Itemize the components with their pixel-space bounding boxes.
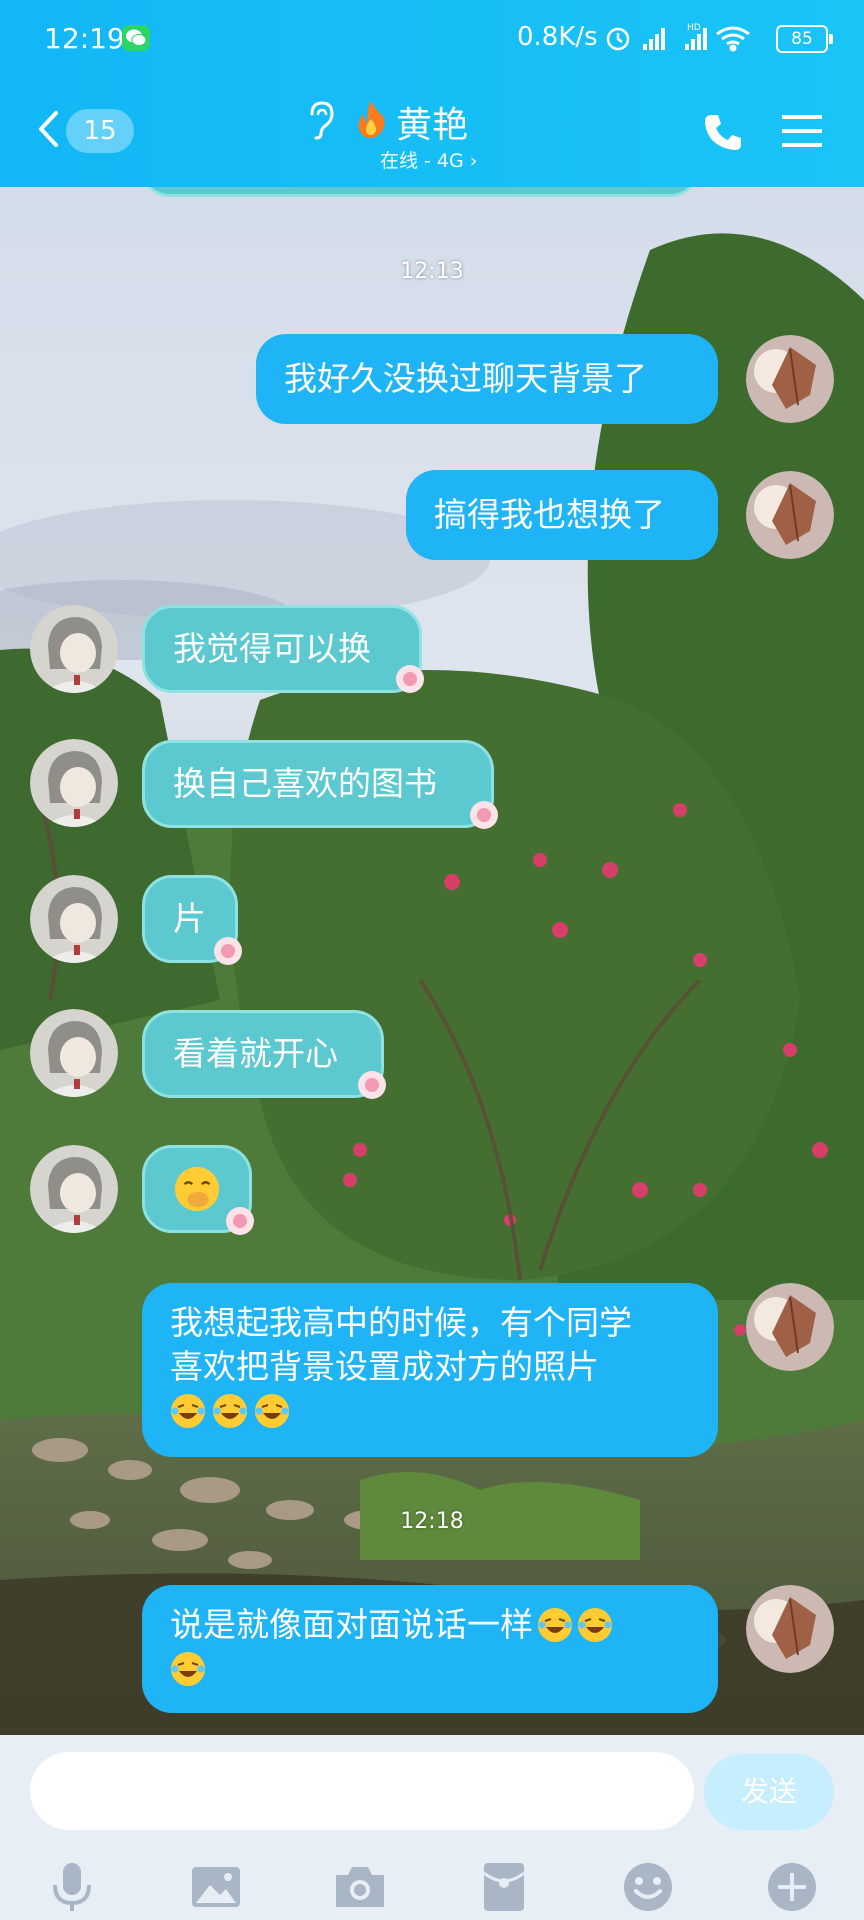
- menu-icon[interactable]: [782, 113, 822, 149]
- chevron-right-icon: ›: [463, 150, 478, 172]
- message-bubble-received[interactable]: 我觉得可以换: [142, 605, 422, 693]
- contact-avatar[interactable]: [30, 1145, 118, 1233]
- contact-avatar[interactable]: [30, 875, 118, 963]
- my-avatar[interactable]: [746, 1283, 834, 1371]
- chat-header: 12:19 0.8K/s HD 85 15 黄艳 在线 - 4G ›: [0, 0, 864, 187]
- message-bubble-sent[interactable]: 我想起我高中的时候，有个同学 喜欢把背景设置成对方的照片: [142, 1283, 718, 1457]
- contact-avatar[interactable]: [30, 605, 118, 693]
- message-text: 看着就开心: [173, 1034, 338, 1073]
- my-avatar[interactable]: [746, 335, 834, 423]
- laughing-tears-emoji-icon: [255, 1394, 289, 1428]
- message-text-line: 喜欢把背景设置成对方的照片: [170, 1347, 599, 1386]
- alarm-icon: [606, 27, 630, 51]
- phone-icon[interactable]: [703, 112, 743, 152]
- wifi-icon: [716, 26, 750, 52]
- red-packet-icon[interactable]: [476, 1859, 532, 1915]
- contact-avatar[interactable]: [30, 739, 118, 827]
- emoji-row: [170, 1389, 690, 1433]
- laughing-tears-emoji-icon: [213, 1394, 247, 1428]
- message-text: 搞得我也想换了: [434, 495, 665, 534]
- bubble-decoration-icon: [396, 665, 424, 693]
- message-list[interactable]: 12:13 我好久没换过聊天背景了 搞得我也想换了 我觉得可以换 换自己喜欢的图…: [0, 127, 864, 1735]
- plus-icon[interactable]: [764, 1859, 820, 1915]
- emoji-row: [170, 1647, 690, 1691]
- contact-status[interactable]: 在线 - 4G ›: [380, 146, 477, 173]
- contact-name[interactable]: 黄艳: [396, 96, 468, 148]
- wechat-icon: [122, 25, 150, 51]
- emoji-icon[interactable]: [620, 1859, 676, 1915]
- bubble-decoration-icon: [214, 937, 242, 965]
- image-icon[interactable]: [188, 1859, 244, 1915]
- fire-icon: [358, 101, 385, 138]
- status-time: 12:19: [44, 22, 125, 55]
- status-icons: HD: [605, 20, 770, 60]
- my-avatar[interactable]: [746, 471, 834, 559]
- laughing-tears-emoji-icon: [171, 1394, 205, 1428]
- network-speed: 0.8K/s: [517, 22, 598, 52]
- message-bubble-sent[interactable]: 搞得我也想换了: [406, 470, 718, 560]
- input-bar: 发送: [0, 1735, 864, 1920]
- message-text: 换自己喜欢的图书: [173, 764, 437, 803]
- message-text: 片: [173, 899, 206, 938]
- bubble-decoration-icon: [226, 1207, 254, 1235]
- contact-status-text: 在线 - 4G: [380, 150, 464, 172]
- laughing-tears-emoji-icon: [538, 1608, 572, 1642]
- covering-mouth-emoji-icon: [174, 1166, 220, 1212]
- unread-count-badge[interactable]: 15: [66, 109, 134, 153]
- message-bubble-sent[interactable]: 说是就像面对面说话一样: [142, 1585, 718, 1713]
- message-text-line: 我想起我高中的时候，有个同学: [170, 1303, 632, 1342]
- send-button[interactable]: 发送: [704, 1754, 834, 1830]
- bubble-decoration-icon: [470, 801, 498, 829]
- message-text: 说是就像面对面说话一样: [170, 1605, 533, 1644]
- contact-avatar[interactable]: [30, 1009, 118, 1097]
- timestamp: 12:13: [400, 259, 464, 284]
- ear-icon[interactable]: [306, 100, 336, 140]
- message-text-line: 说是就像面对面说话一样: [170, 1603, 690, 1647]
- laughing-tears-emoji-icon: [171, 1652, 205, 1686]
- message-text: 我好久没换过聊天背景了: [284, 359, 647, 398]
- message-input[interactable]: [30, 1752, 694, 1830]
- camera-icon[interactable]: [332, 1859, 388, 1915]
- svg-text:HD: HD: [687, 23, 701, 33]
- message-bubble-sent[interactable]: 我好久没换过聊天背景了: [256, 334, 718, 424]
- back-arrow-icon[interactable]: [36, 110, 60, 148]
- battery-icon: 85: [776, 25, 833, 53]
- laughing-tears-emoji-icon: [578, 1608, 612, 1642]
- my-avatar[interactable]: [746, 1585, 834, 1673]
- message-text: 我觉得可以换: [173, 629, 371, 668]
- message-bubble-received[interactable]: 换自己喜欢的图书: [142, 740, 494, 828]
- bubble-decoration-icon: [358, 1071, 386, 1099]
- signal-icon: [643, 28, 665, 50]
- microphone-icon[interactable]: [44, 1859, 100, 1915]
- timestamp: 12:18: [400, 1509, 464, 1534]
- hd-signal-icon: HD: [685, 23, 707, 50]
- message-bubble-received[interactable]: 看着就开心: [142, 1010, 384, 1098]
